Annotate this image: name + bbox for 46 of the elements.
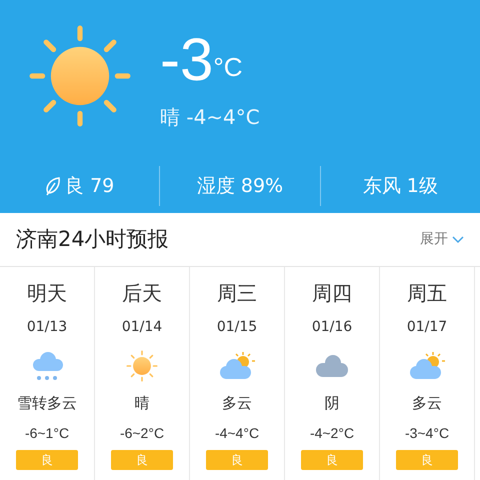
day-temperature: -6~1°C bbox=[24, 424, 70, 442]
weather-summary: 晴 -4~4°C bbox=[160, 104, 260, 131]
day-name: 周三 bbox=[217, 281, 257, 305]
day-temperature: -3~4°C bbox=[404, 424, 450, 442]
day-date: 01/13 bbox=[26, 318, 68, 337]
day-name: 明天 bbox=[27, 281, 67, 305]
forecast-title: 济南24小时预报 bbox=[16, 226, 169, 253]
expand-toggle[interactable]: 展开 bbox=[420, 229, 464, 250]
day-condition: 晴 bbox=[134, 393, 150, 414]
day-card[interactable]: 周四 01/16 阴 -4~2°C 良 bbox=[285, 267, 380, 480]
sun-icon bbox=[28, 24, 132, 128]
cloud-icon bbox=[315, 353, 349, 379]
air-quality-badge: 良 bbox=[206, 450, 268, 470]
stat-text: 良 79 bbox=[65, 174, 114, 199]
day-card[interactable]: 周三 01/15 多云 -4~4°C 良 bbox=[190, 267, 285, 480]
partly-cloudy-icon bbox=[409, 351, 445, 381]
leaf-icon bbox=[45, 176, 62, 196]
day-date: 01/15 bbox=[216, 318, 258, 337]
stat-text: 湿度 89% bbox=[196, 174, 284, 199]
day-condition: 阴 bbox=[324, 393, 340, 414]
current-temperature: -3 bbox=[160, 30, 214, 90]
day-name: 周五 bbox=[407, 281, 447, 305]
day-date: 01/17 bbox=[406, 318, 448, 337]
day-condition: 多云 bbox=[222, 393, 252, 414]
air-quality-badge: 良 bbox=[396, 450, 458, 470]
day-temperature: -4~4°C bbox=[214, 424, 260, 442]
day-date: 01/14 bbox=[122, 318, 162, 337]
temperature-unit: °C bbox=[213, 54, 243, 80]
day-card[interactable]: 后天 01/14 晴 -6~2°C 良 bbox=[95, 267, 190, 480]
air-quality-badge: 良 bbox=[111, 450, 173, 470]
air-quality-badge: 良 bbox=[16, 450, 78, 470]
day-temperature: -6~2°C bbox=[120, 424, 164, 442]
stat-text: 东风 1级 bbox=[362, 174, 438, 199]
day-date: 01/16 bbox=[312, 318, 352, 337]
chevron-icon bbox=[452, 236, 464, 244]
day-name: 后天 bbox=[122, 281, 162, 305]
day-name: 周四 bbox=[312, 281, 352, 305]
day-temperature: -4~2°C bbox=[310, 424, 354, 442]
day-card[interactable]: 周五 01/17 多云 -3~4°C 良 bbox=[380, 267, 475, 480]
day-condition: 雪转多云 bbox=[17, 393, 77, 414]
sun-icon bbox=[126, 350, 158, 382]
day-card[interactable]: 明天 01/13 雪转多云 -6~1°C 良 bbox=[0, 267, 95, 480]
snow-cloud-icon bbox=[30, 349, 64, 383]
day-condition: 多云 bbox=[412, 393, 442, 414]
air-quality-badge: 良 bbox=[301, 450, 363, 470]
partly-cloudy-icon bbox=[219, 351, 255, 381]
